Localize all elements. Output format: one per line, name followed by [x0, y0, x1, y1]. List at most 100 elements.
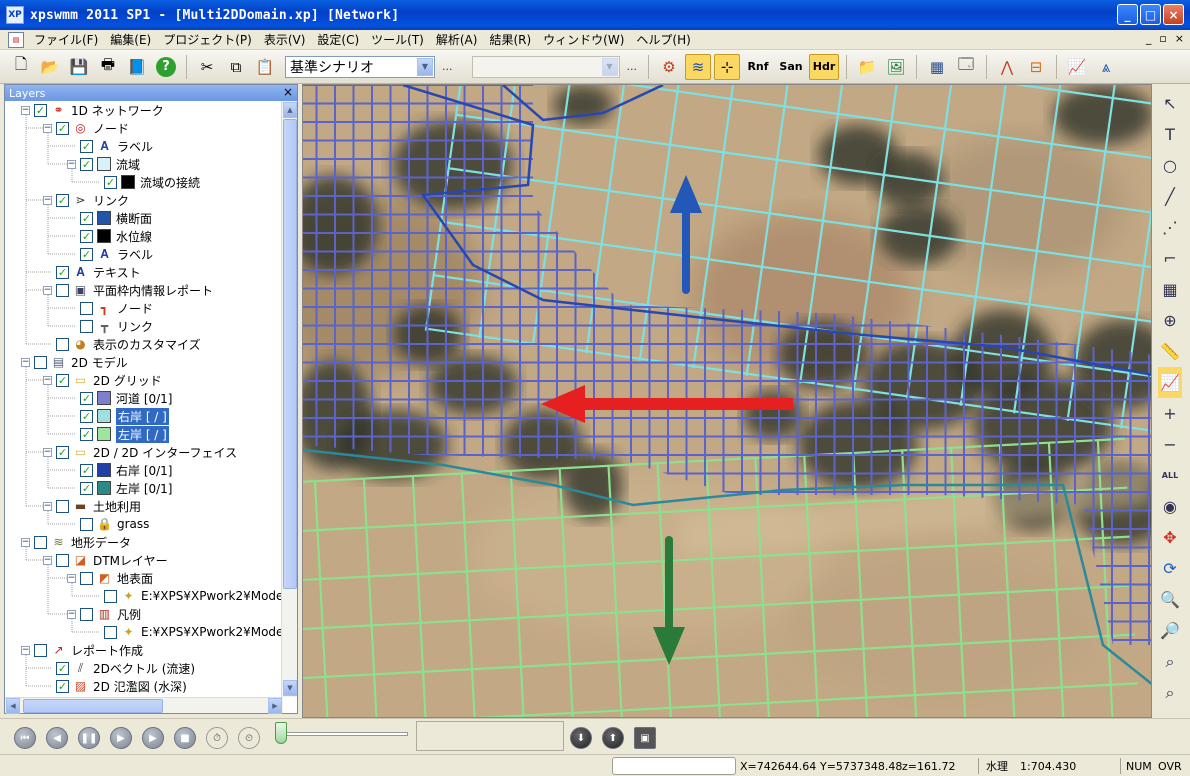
scroll-left-icon[interactable]: ◀ [6, 698, 20, 714]
layer-visibility-checkbox[interactable] [56, 373, 69, 387]
menu-tools[interactable]: ツール(T) [365, 31, 430, 48]
layer-visibility-checkbox[interactable] [80, 211, 93, 225]
node-grid-icon[interactable]: ⊹ [714, 53, 740, 80]
rnf-button[interactable]: Rnf [743, 54, 773, 80]
scroll-up-icon[interactable]: ▲ [283, 102, 297, 118]
layer-color-swatch[interactable] [97, 229, 111, 243]
layer-row[interactable]: 水位線 [67, 227, 152, 245]
layer-visibility-checkbox[interactable] [80, 517, 93, 531]
timer-reset-icon[interactable]: ⏲ [238, 727, 260, 749]
step-back-icon[interactable]: ◀ [46, 727, 68, 749]
target-icon[interactable]: ⊕ [1158, 305, 1182, 336]
layer-visibility-checkbox[interactable] [80, 229, 93, 243]
collapse-icon[interactable]: − [67, 573, 76, 583]
layer-row[interactable]: 横断面 [67, 209, 152, 227]
layer-visibility-checkbox[interactable] [56, 661, 69, 675]
scroll-thumb[interactable] [23, 699, 163, 713]
hdr-button[interactable]: Hdr [809, 53, 839, 80]
profile-icon[interactable]: ⩓ [1093, 54, 1119, 80]
zoom-in-icon[interactable]: 🔍 [1158, 584, 1182, 615]
layers-horizontal-scrollbar[interactable]: ◀ ▶ [5, 697, 283, 714]
zoom-window-out-icon[interactable]: ⌕ [1158, 677, 1182, 708]
zoom-window-in-icon[interactable]: ⌕ [1158, 646, 1182, 677]
scroll-thumb[interactable] [283, 119, 297, 589]
menu-analysis[interactable]: 解析(A) [430, 31, 484, 48]
layer-row[interactable]: − ▭ 2D / 2D インターフェイス [43, 443, 237, 461]
layer-color-swatch[interactable] [97, 427, 111, 441]
timer-icon[interactable]: ⏱ [206, 727, 228, 749]
layer-visibility-checkbox[interactable] [104, 175, 117, 189]
all-ring-icon[interactable]: ◉ [1158, 491, 1182, 522]
layer-color-swatch[interactable] [97, 463, 111, 477]
menu-help[interactable]: ヘルプ(H) [630, 31, 696, 48]
layer-row[interactable]: 流域の接続 [91, 173, 200, 191]
collapse-icon[interactable]: − [43, 501, 52, 511]
layer-row[interactable]: − ▭ 2D グリッド [43, 371, 162, 389]
layer-row[interactable]: 河道 [0/1] [67, 389, 173, 407]
close-icon[interactable]: × [283, 85, 293, 99]
mdi-close-button[interactable]: × [1175, 32, 1184, 45]
print-icon[interactable]: 🖶 [95, 54, 121, 80]
layer-row[interactable]: − 流域 [67, 155, 140, 173]
text-tool-icon[interactable]: T [1158, 119, 1182, 150]
layer-visibility-checkbox[interactable] [104, 589, 117, 603]
layer-row[interactable]: − ⋗ リンク [43, 191, 129, 209]
menu-settings[interactable]: 設定(C) [311, 31, 365, 48]
menu-project[interactable]: プロジェクト(P) [157, 31, 258, 48]
table-icon[interactable]: ▦ [924, 54, 950, 80]
layer-row[interactable]: − ◪ DTMレイヤー [43, 551, 168, 569]
layer-color-swatch[interactable] [121, 175, 135, 189]
layer-visibility-checkbox[interactable] [80, 571, 93, 585]
layer-visibility-checkbox[interactable] [80, 463, 93, 477]
layer-visibility-checkbox[interactable] [56, 121, 69, 135]
scroll-right-icon[interactable]: ▶ [268, 698, 282, 714]
layer-visibility-checkbox[interactable] [80, 301, 93, 315]
layer-visibility-checkbox[interactable] [56, 499, 69, 513]
ruler-icon[interactable]: 📏 [1158, 336, 1182, 367]
layer-row[interactable]: − ↗ レポート作成 [21, 641, 143, 659]
layer-visibility-checkbox[interactable] [80, 427, 93, 441]
time-slider-track[interactable] [280, 732, 408, 736]
layers-vertical-scrollbar[interactable]: ▲ ▼ [281, 101, 297, 697]
polyline-icon[interactable]: ⌐ [1158, 243, 1182, 274]
layer-row[interactable]: − ◩ 地表面 [67, 569, 153, 587]
all-icon[interactable]: ALL [1158, 460, 1182, 491]
layer-color-swatch[interactable] [97, 481, 111, 495]
grid-tool-icon[interactable]: ▦ [1158, 274, 1182, 305]
dashed-line-icon[interactable]: ⋰ [1158, 212, 1182, 243]
layer-visibility-checkbox[interactable] [80, 247, 93, 261]
pan-icon[interactable]: ✥ [1158, 522, 1182, 553]
collapse-icon[interactable]: − [43, 555, 52, 565]
layer-row[interactable]: − ◎ ノード [43, 119, 129, 137]
book-icon[interactable]: 📘 [124, 54, 150, 80]
layer-row[interactable]: 左岸 [ / ] [67, 425, 169, 443]
play-icon[interactable]: ▶ [142, 727, 164, 749]
layer-row[interactable]: − ⚭ 1D ネットワーク [21, 101, 164, 119]
collapse-icon[interactable]: − [21, 105, 30, 115]
layers-icon[interactable]: ≋ [685, 53, 711, 80]
layer-visibility-checkbox[interactable] [80, 157, 93, 171]
network-tool-icon[interactable]: ⋀ [994, 54, 1020, 80]
layer-visibility-checkbox[interactable] [34, 103, 47, 117]
mdi-minimize-button[interactable]: _ [1146, 32, 1152, 45]
camera-icon[interactable]: ▣ [634, 727, 656, 749]
select-arrow-icon[interactable]: ↖ [1158, 88, 1182, 119]
menu-view[interactable]: 表示(V) [258, 31, 312, 48]
layer-row[interactable]: ✦ E:¥XPS¥XPwork2¥Model-G [91, 623, 283, 641]
close-button[interactable]: × [1163, 4, 1184, 25]
minimize-button[interactable]: _ [1117, 4, 1138, 25]
layer-row[interactable]: 𝐀 ラベル [67, 137, 153, 155]
graph-icon[interactable]: 📈 [1158, 367, 1182, 398]
layer-row[interactable]: 𝐀 ラベル [67, 245, 153, 263]
layer-visibility-checkbox[interactable] [34, 355, 47, 369]
layer-row[interactable]: − ▥ 凡例 [67, 605, 141, 623]
scenario-more-button[interactable]: ... [438, 60, 457, 73]
layer-row[interactable]: ┓ ノード [67, 299, 153, 317]
cut-icon[interactable]: ✂ [194, 54, 220, 80]
layer-row[interactable]: ▨ 2D 氾濫図 (水深) [43, 677, 187, 695]
layer-row[interactable]: − ▣ 平面枠内情報レポート [43, 281, 213, 299]
step-forward-icon[interactable]: ▶ [110, 727, 132, 749]
chevron-down-icon[interactable]: ▼ [417, 57, 433, 76]
copy-icon[interactable]: ⧉ [223, 54, 249, 80]
properties-icon[interactable]: 🗔 [953, 54, 979, 80]
